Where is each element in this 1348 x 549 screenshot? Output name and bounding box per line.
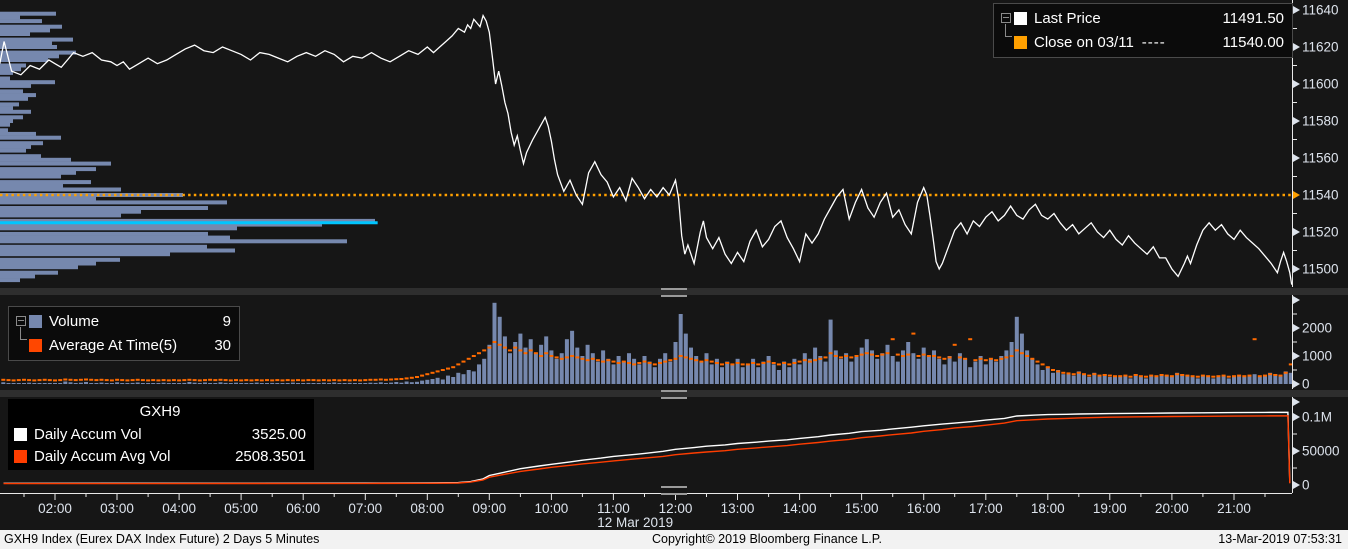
last-price-value: 11491.50: [1222, 9, 1284, 27]
svg-text:02:00: 02:00: [38, 501, 72, 516]
close-value: 11540.00: [1222, 33, 1284, 51]
svg-text:21:00: 21:00: [1217, 501, 1251, 516]
svg-text:11560: 11560: [1302, 151, 1339, 166]
svg-text:14:00: 14:00: [783, 501, 817, 516]
svg-text:17:00: 17:00: [969, 501, 1003, 516]
svg-text:50000: 50000: [1302, 444, 1340, 459]
average-at-time-label: Average At Time(5): [49, 336, 178, 354]
svg-text:09:00: 09:00: [472, 501, 506, 516]
accum-legend-title: GXH9: [139, 403, 181, 420]
bloomberg-chart-window: 11640 11620 11600 11580 11560 11540 11520 11500…: [0, 0, 1348, 549]
price-legend[interactable]: Last Price 11491.50 Close on 03/11 ---- …: [993, 3, 1293, 58]
legend-tree-stem: [1000, 24, 1014, 54]
daily-accum-avg-vol-value: 2508.3501: [235, 447, 306, 465]
x-axis-strip[interactable]: 02:00 03:00 04:00 05:00 06:00 07:00 08:00 09:00…: [0, 493, 1292, 530]
status-security-description: GXH9 Index (Eurex DAX Index Future) 2 Da…: [4, 532, 320, 546]
legend-row-daily-accum-vol[interactable]: Daily Accum Vol 3525.00: [14, 423, 306, 445]
legend-row-last-price[interactable]: Last Price 11491.50: [1000, 6, 1284, 30]
legend-row-close[interactable]: Close on 03/11 ---- 11540.00: [1000, 24, 1284, 54]
svg-text:2000: 2000: [1302, 321, 1332, 336]
average-at-time-value: 30: [214, 336, 231, 354]
daily-accum-vol-swatch-icon: [14, 427, 27, 441]
separator-grip-top[interactable]: [661, 288, 687, 297]
legend-row-volume[interactable]: Volume 9: [15, 309, 231, 333]
svg-text:11620: 11620: [1302, 40, 1339, 55]
svg-text:12:00: 12:00: [659, 501, 693, 516]
daily-accum-avg-vol-swatch-icon: [14, 449, 27, 463]
svg-text:0: 0: [1302, 478, 1310, 493]
svg-text:11520: 11520: [1302, 225, 1339, 240]
svg-text:11600: 11600: [1302, 77, 1339, 92]
average-at-time-swatch-icon: [29, 338, 42, 352]
separator-grip-bottom[interactable]: [661, 390, 687, 399]
svg-text:10:00: 10:00: [535, 501, 569, 516]
separator-grip-xaxis[interactable]: [661, 486, 687, 495]
svg-text:1000: 1000: [1302, 349, 1332, 364]
svg-text:05:00: 05:00: [224, 501, 258, 516]
svg-text:12 Mar 2019: 12 Mar 2019: [597, 515, 673, 530]
status-bar: GXH9 Index (Eurex DAX Index Future) 2 Da…: [0, 530, 1348, 549]
daily-accum-vol-value: 3525.00: [251, 425, 306, 443]
svg-text:04:00: 04:00: [162, 501, 196, 516]
svg-text:16:00: 16:00: [907, 501, 941, 516]
volume-label: Volume: [49, 312, 100, 330]
svg-text:0.1M: 0.1M: [1302, 410, 1332, 425]
legend-tree-stem: [15, 327, 29, 357]
close-dash-sample: ----: [1141, 33, 1166, 51]
svg-text:03:00: 03:00: [100, 501, 134, 516]
svg-text:18:00: 18:00: [1031, 501, 1065, 516]
daily-accum-vol-label: Daily Accum Vol: [34, 425, 142, 443]
volume-legend[interactable]: Volume 9 Average At Time(5) 30: [8, 306, 240, 361]
accum-legend[interactable]: GXH9 Daily Accum Vol 3525.00 Daily Accum…: [8, 399, 314, 470]
volume-value: 9: [222, 312, 231, 330]
legend-row-daily-accum-avg-vol[interactable]: Daily Accum Avg Vol 2508.3501: [14, 445, 306, 467]
status-datetime: 13-Mar-2019 07:53:31: [1218, 532, 1342, 546]
svg-text:06:00: 06:00: [286, 501, 320, 516]
close-swatch-icon: [1014, 35, 1027, 49]
status-copyright: Copyright© 2019 Bloomberg Finance L.P.: [652, 532, 882, 546]
svg-text:08:00: 08:00: [410, 501, 444, 516]
svg-text:11580: 11580: [1302, 114, 1339, 129]
y-axis-strip[interactable]: 11640 11620 11600 11580 11560 11540 11520 11500…: [1292, 0, 1348, 530]
svg-text:19:00: 19:00: [1093, 501, 1127, 516]
svg-text:11540: 11540: [1302, 188, 1339, 203]
last-price-swatch-icon: [1014, 11, 1027, 25]
svg-text:13:00: 13:00: [721, 501, 755, 516]
daily-accum-avg-vol-label: Daily Accum Avg Vol: [34, 447, 171, 465]
svg-text:07:00: 07:00: [348, 501, 382, 516]
svg-text:20:00: 20:00: [1155, 501, 1189, 516]
last-price-label: Last Price: [1034, 9, 1101, 27]
svg-text:11500: 11500: [1302, 262, 1339, 277]
volume-swatch-icon: [29, 314, 42, 328]
close-label: Close on 03/11: [1034, 33, 1134, 51]
legend-row-average-at-time[interactable]: Average At Time(5) 30: [15, 327, 231, 357]
svg-text:11640: 11640: [1302, 3, 1339, 18]
svg-text:11:00: 11:00: [597, 501, 630, 516]
svg-text:15:00: 15:00: [845, 501, 879, 516]
